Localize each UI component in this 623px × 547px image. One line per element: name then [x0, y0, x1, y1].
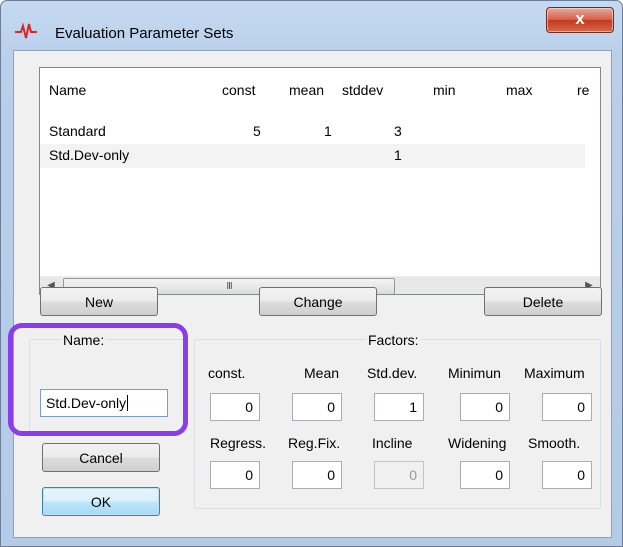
const-field[interactable]: 0 [210, 393, 260, 421]
list-item[interactable]: Standard 5 1 3 [40, 120, 585, 144]
column-header-const[interactable]: const [222, 82, 255, 98]
mean-field[interactable]: 0 [292, 393, 342, 421]
pulse-icon [15, 22, 37, 39]
window-title: Evaluation Parameter Sets [55, 25, 234, 42]
column-header-min[interactable]: min [433, 82, 456, 98]
close-button[interactable]: x [546, 7, 614, 33]
incline-field: 0 [374, 461, 424, 489]
list-header: Name const mean stddev min max re [40, 68, 600, 98]
ok-button[interactable]: OK [42, 487, 160, 516]
dialog-window: Evaluation Parameter Sets x Name const m… [0, 0, 623, 547]
smooth-label: Smooth. [528, 435, 581, 451]
column-header-max[interactable]: max [506, 82, 532, 98]
maximum-field[interactable]: 0 [542, 393, 592, 421]
cell-const: 5 [253, 123, 261, 139]
minimum-label: Minimun [448, 365, 501, 381]
scroll-grip: III [226, 281, 232, 292]
cell-name: Standard [49, 123, 106, 139]
cell-mean: 1 [324, 123, 332, 139]
widening-label: Widening [448, 435, 507, 451]
list-item[interactable]: Std.Dev-only 1 [40, 144, 585, 168]
cell-stddev: 1 [394, 147, 402, 163]
stddev-field[interactable]: 1 [374, 393, 424, 421]
dialog-client-area: Name const mean stddev min max re Standa… [13, 50, 612, 538]
change-button[interactable]: Change [259, 287, 377, 316]
stddev-label: Std.dev. [367, 365, 418, 381]
focus-highlight-ring [8, 323, 188, 436]
mean-label: Mean [304, 365, 340, 381]
const-label: const. [208, 365, 246, 381]
column-header-stddev[interactable]: stddev [342, 82, 383, 98]
column-header-re[interactable]: re [577, 82, 589, 98]
column-header-name[interactable]: Name [49, 82, 86, 98]
new-button[interactable]: New [40, 287, 158, 316]
regress-label: Regress. [210, 435, 267, 451]
cancel-button[interactable]: Cancel [42, 443, 160, 472]
regfix-field[interactable]: 0 [292, 461, 342, 489]
factors-label: Factors: [366, 332, 421, 348]
regress-field[interactable]: 0 [210, 461, 260, 489]
smooth-field[interactable]: 0 [542, 461, 592, 489]
incline-label: Incline [372, 435, 413, 451]
column-header-mean[interactable]: mean [289, 82, 324, 98]
maximum-label: Maximum [524, 365, 585, 381]
cell-stddev: 3 [394, 123, 402, 139]
regfix-label: Reg.Fix. [288, 435, 341, 451]
cell-name: Std.Dev-only [49, 147, 130, 163]
parameter-sets-list[interactable]: Name const mean stddev min max re Standa… [39, 67, 601, 295]
title-bar[interactable]: Evaluation Parameter Sets x [1, 1, 622, 42]
minimum-field[interactable]: 0 [460, 393, 510, 421]
widening-field[interactable]: 0 [460, 461, 510, 489]
delete-button[interactable]: Delete [484, 287, 602, 316]
